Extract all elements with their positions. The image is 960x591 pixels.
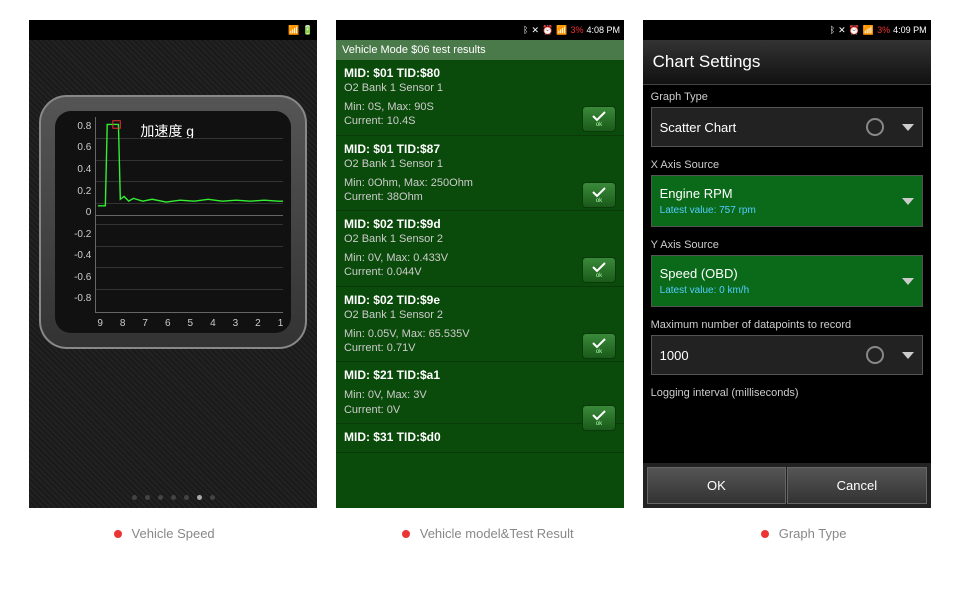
result-row: MID: $01 TID:$80 O2 Bank 1 Sensor 1 Min:… [336,60,624,136]
radio-icon [866,346,884,364]
max-datapoints-label: Maximum number of datapoints to record [651,319,923,331]
ok-button[interactable]: ok [582,333,616,359]
cancel-button[interactable]: Cancel [787,467,927,504]
result-row: MID: $21 TID:$a1 Min: 0V, Max: 3VCurrent… [336,362,624,424]
graph-type-dropdown[interactable]: Scatter Chart [651,107,923,147]
radio-icon [866,118,884,136]
caption-1: Vehicle Speed [114,526,215,541]
phone-vehicle-speed: 📶 🔋 加速度 g 0.8 0.6 0.4 0.2 0 -0.2 -0.4 -0… [29,20,317,508]
result-row: MID: $31 TID:$d0 [336,424,624,453]
chart-grid [95,117,283,313]
bluetooth-icon: ᛒ [830,25,835,35]
gauge-frame: 加速度 g 0.8 0.6 0.4 0.2 0 -0.2 -0.4 -0.6 -… [39,95,307,349]
x-axis: 9 8 7 6 5 4 3 2 1 [97,318,283,329]
max-datapoints-dropdown[interactable]: 1000 [651,335,923,375]
signal-icon: 📶 [863,25,874,36]
chevron-down-icon [902,278,914,285]
y-axis: 0.8 0.6 0.4 0.2 0 -0.2 -0.4 -0.6 -0.8 [61,117,93,313]
y-axis-dropdown[interactable]: Speed (OBD)Latest value: 0 km/h [651,255,923,307]
status-bar: ᛒ ✕ ⏰ 📶 3% 4:09 PM [643,20,931,40]
status-bar: ᛒ ✕ ⏰ 📶 3% 4:08 PM [336,20,624,40]
interval-label: Logging interval (milliseconds) [651,387,923,399]
settings-panel: Chart Settings Graph Type Scatter Chart … [643,40,931,508]
caption-2: Vehicle model&Test Result [402,526,574,541]
ok-button[interactable]: ok [582,257,616,283]
phone-test-results: ᛒ ✕ ⏰ 📶 3% 4:08 PM Vehicle Mode $06 test… [336,20,624,508]
page-title: Vehicle Mode $06 test results [336,40,624,60]
phone-chart-settings: ᛒ ✕ ⏰ 📶 3% 4:09 PM Chart Settings Graph … [643,20,931,508]
battery-icon: 3% [570,25,583,35]
chevron-down-icon [902,124,914,131]
battery-icon: 3% [877,25,890,35]
button-row: OK Cancel [643,463,931,508]
status-time: 4:08 PM [586,25,620,35]
mute-icon: ✕ [838,25,846,36]
bullet-icon [114,530,122,538]
result-row: MID: $02 TID:$9e O2 Bank 1 Sensor 2 Min:… [336,287,624,363]
mute-icon: ✕ [531,25,539,36]
chevron-down-icon [902,352,914,359]
signal-icon: 📶 [556,25,567,36]
results-list[interactable]: MID: $01 TID:$80 O2 Bank 1 Sensor 1 Min:… [336,60,624,508]
graph-type-label: Graph Type [651,91,923,103]
result-row: MID: $01 TID:$87 O2 Bank 1 Sensor 1 Min:… [336,136,624,212]
chevron-down-icon [902,198,914,205]
x-axis-dropdown[interactable]: Engine RPMLatest value: 757 rpm [651,175,923,227]
ok-button[interactable]: ok [582,182,616,208]
status-time: 4:09 PM [893,25,927,35]
bluetooth-icon: ᛒ [523,25,528,35]
settings-title: Chart Settings [643,40,931,85]
alarm-icon: ⏰ [849,25,860,36]
x-axis-label: X Axis Source [651,159,923,171]
ok-button[interactable]: ok [582,106,616,132]
chart-line [96,117,283,295]
y-axis-label: Y Axis Source [651,239,923,251]
chart-area: 加速度 g 0.8 0.6 0.4 0.2 0 -0.2 -0.4 -0.6 -… [55,111,291,333]
alarm-icon: ⏰ [542,25,553,36]
caption-3: Graph Type [761,526,847,541]
page-indicator[interactable] [29,495,317,500]
status-bar: 📶 🔋 [29,20,317,40]
result-row: MID: $02 TID:$9d O2 Bank 1 Sensor 2 Min:… [336,211,624,287]
bullet-icon [402,530,410,538]
ok-button[interactable]: OK [647,467,787,504]
bullet-icon [761,530,769,538]
